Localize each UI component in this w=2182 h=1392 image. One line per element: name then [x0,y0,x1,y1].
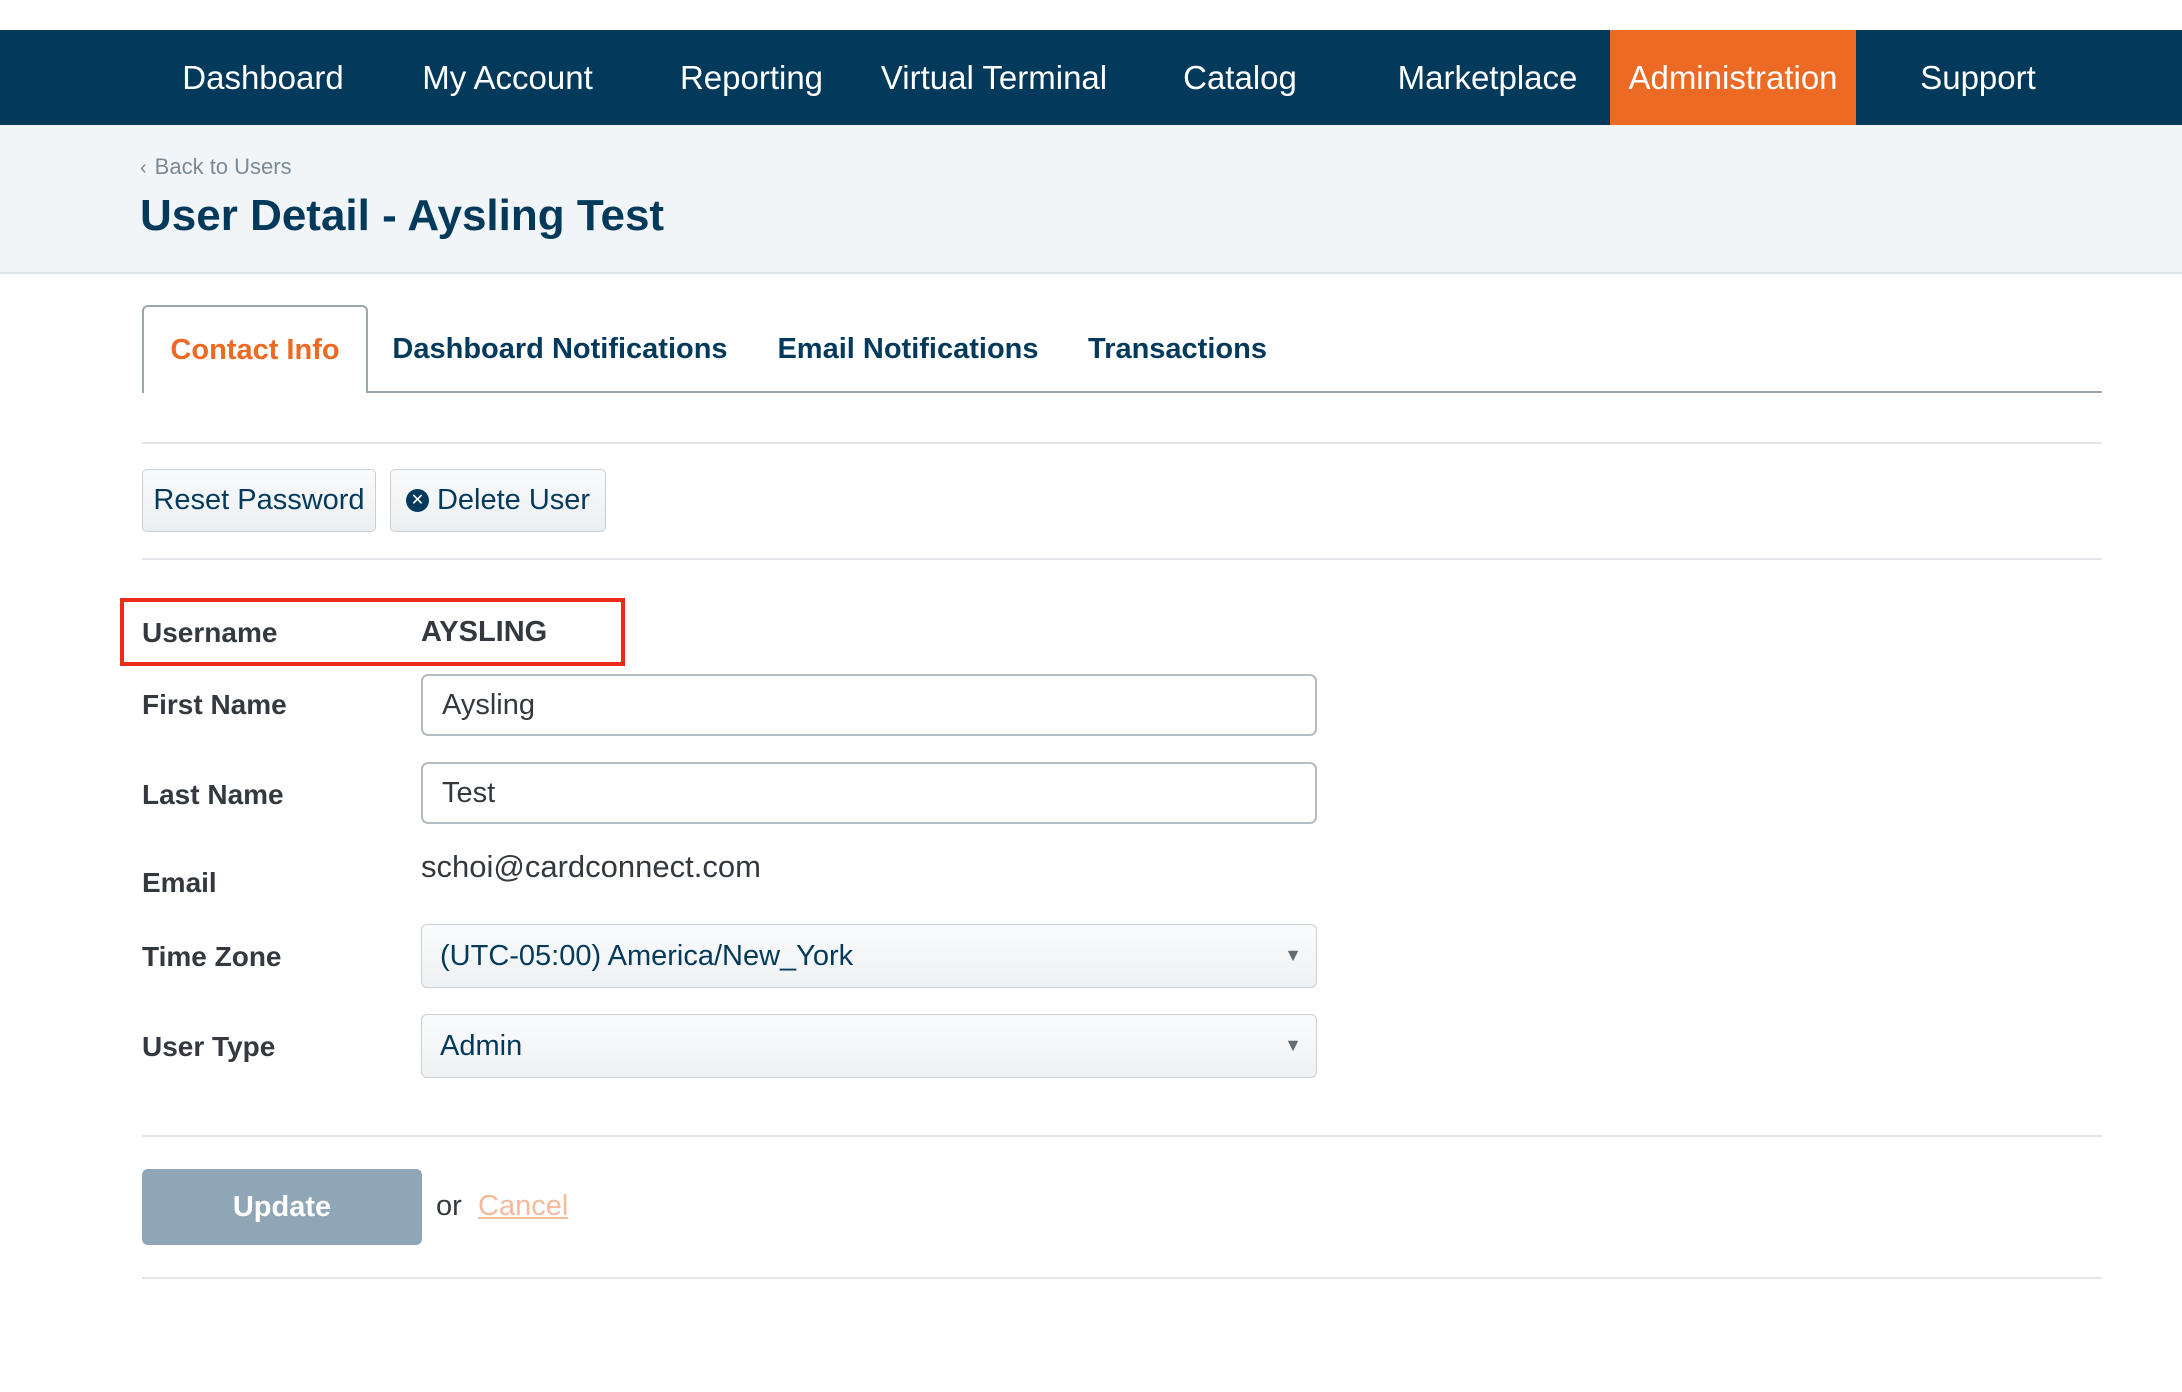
nav-item-support[interactable]: Support [1888,30,2068,125]
chevron-left-icon: ‹ [140,157,147,179]
first-name-field[interactable] [421,674,1317,736]
tab-contact-info[interactable]: Contact Info [142,305,368,393]
or-text: or [436,1190,462,1222]
nav-item-catalog[interactable]: Catalog [1168,30,1312,125]
caret-down-icon: ▼ [1284,1035,1302,1055]
user-type-value: Admin [440,1029,523,1062]
last-name-label: Last Name [142,779,284,810]
time-zone-select[interactable]: (UTC-05:00) America/New_York ▼ [421,924,1317,988]
first-name-label: First Name [142,689,287,720]
user-type-select[interactable]: Admin ▼ [421,1014,1317,1078]
time-zone-value: (UTC-05:00) America/New_York [440,939,854,972]
time-zone-label: Time Zone [142,941,282,972]
divider [142,1277,2102,1279]
last-name-field[interactable] [421,762,1317,824]
tab-dashboard-notifications[interactable]: Dashboard Notifications [390,305,730,393]
reset-password-button[interactable]: Reset Password [142,469,376,532]
email-value: schoi@cardconnect.com [421,849,761,884]
tab-transactions[interactable]: Transactions [1085,305,1270,393]
page-header: ‹ Back to Users User Detail - Aysling Tes… [0,125,2182,274]
caret-down-icon: ▼ [1284,945,1302,965]
username-label: Username [142,617,278,648]
user-type-label: User Type [142,1031,276,1062]
cancel-link[interactable]: Cancel [478,1190,568,1223]
page-title: User Detail - Aysling Test [140,191,665,240]
delete-user-button[interactable]: ✕ Delete User [390,469,606,532]
back-to-users-link[interactable]: ‹ Back to Users [140,154,292,180]
divider [142,1135,2102,1137]
update-button[interactable]: Update [142,1169,422,1245]
close-circle-icon: ✕ [405,489,429,512]
back-link-label: Back to Users [154,154,292,179]
tab-email-notifications[interactable]: Email Notifications [768,305,1048,393]
nav-item-reporting[interactable]: Reporting [668,30,835,125]
top-nav: Dashboard My Account Reporting Virtual T… [0,30,2182,125]
nav-item-my-account[interactable]: My Account [410,30,605,125]
email-label: Email [142,867,217,898]
nav-item-marketplace[interactable]: Marketplace [1380,30,1595,125]
nav-item-virtual-terminal[interactable]: Virtual Terminal [872,30,1116,125]
divider [142,558,2102,560]
username-value: AYSLING [421,616,548,648]
delete-user-label: Delete User [436,484,591,516]
nav-item-administration[interactable]: Administration [1610,30,1856,125]
divider [142,442,2102,444]
nav-item-dashboard[interactable]: Dashboard [168,30,358,125]
